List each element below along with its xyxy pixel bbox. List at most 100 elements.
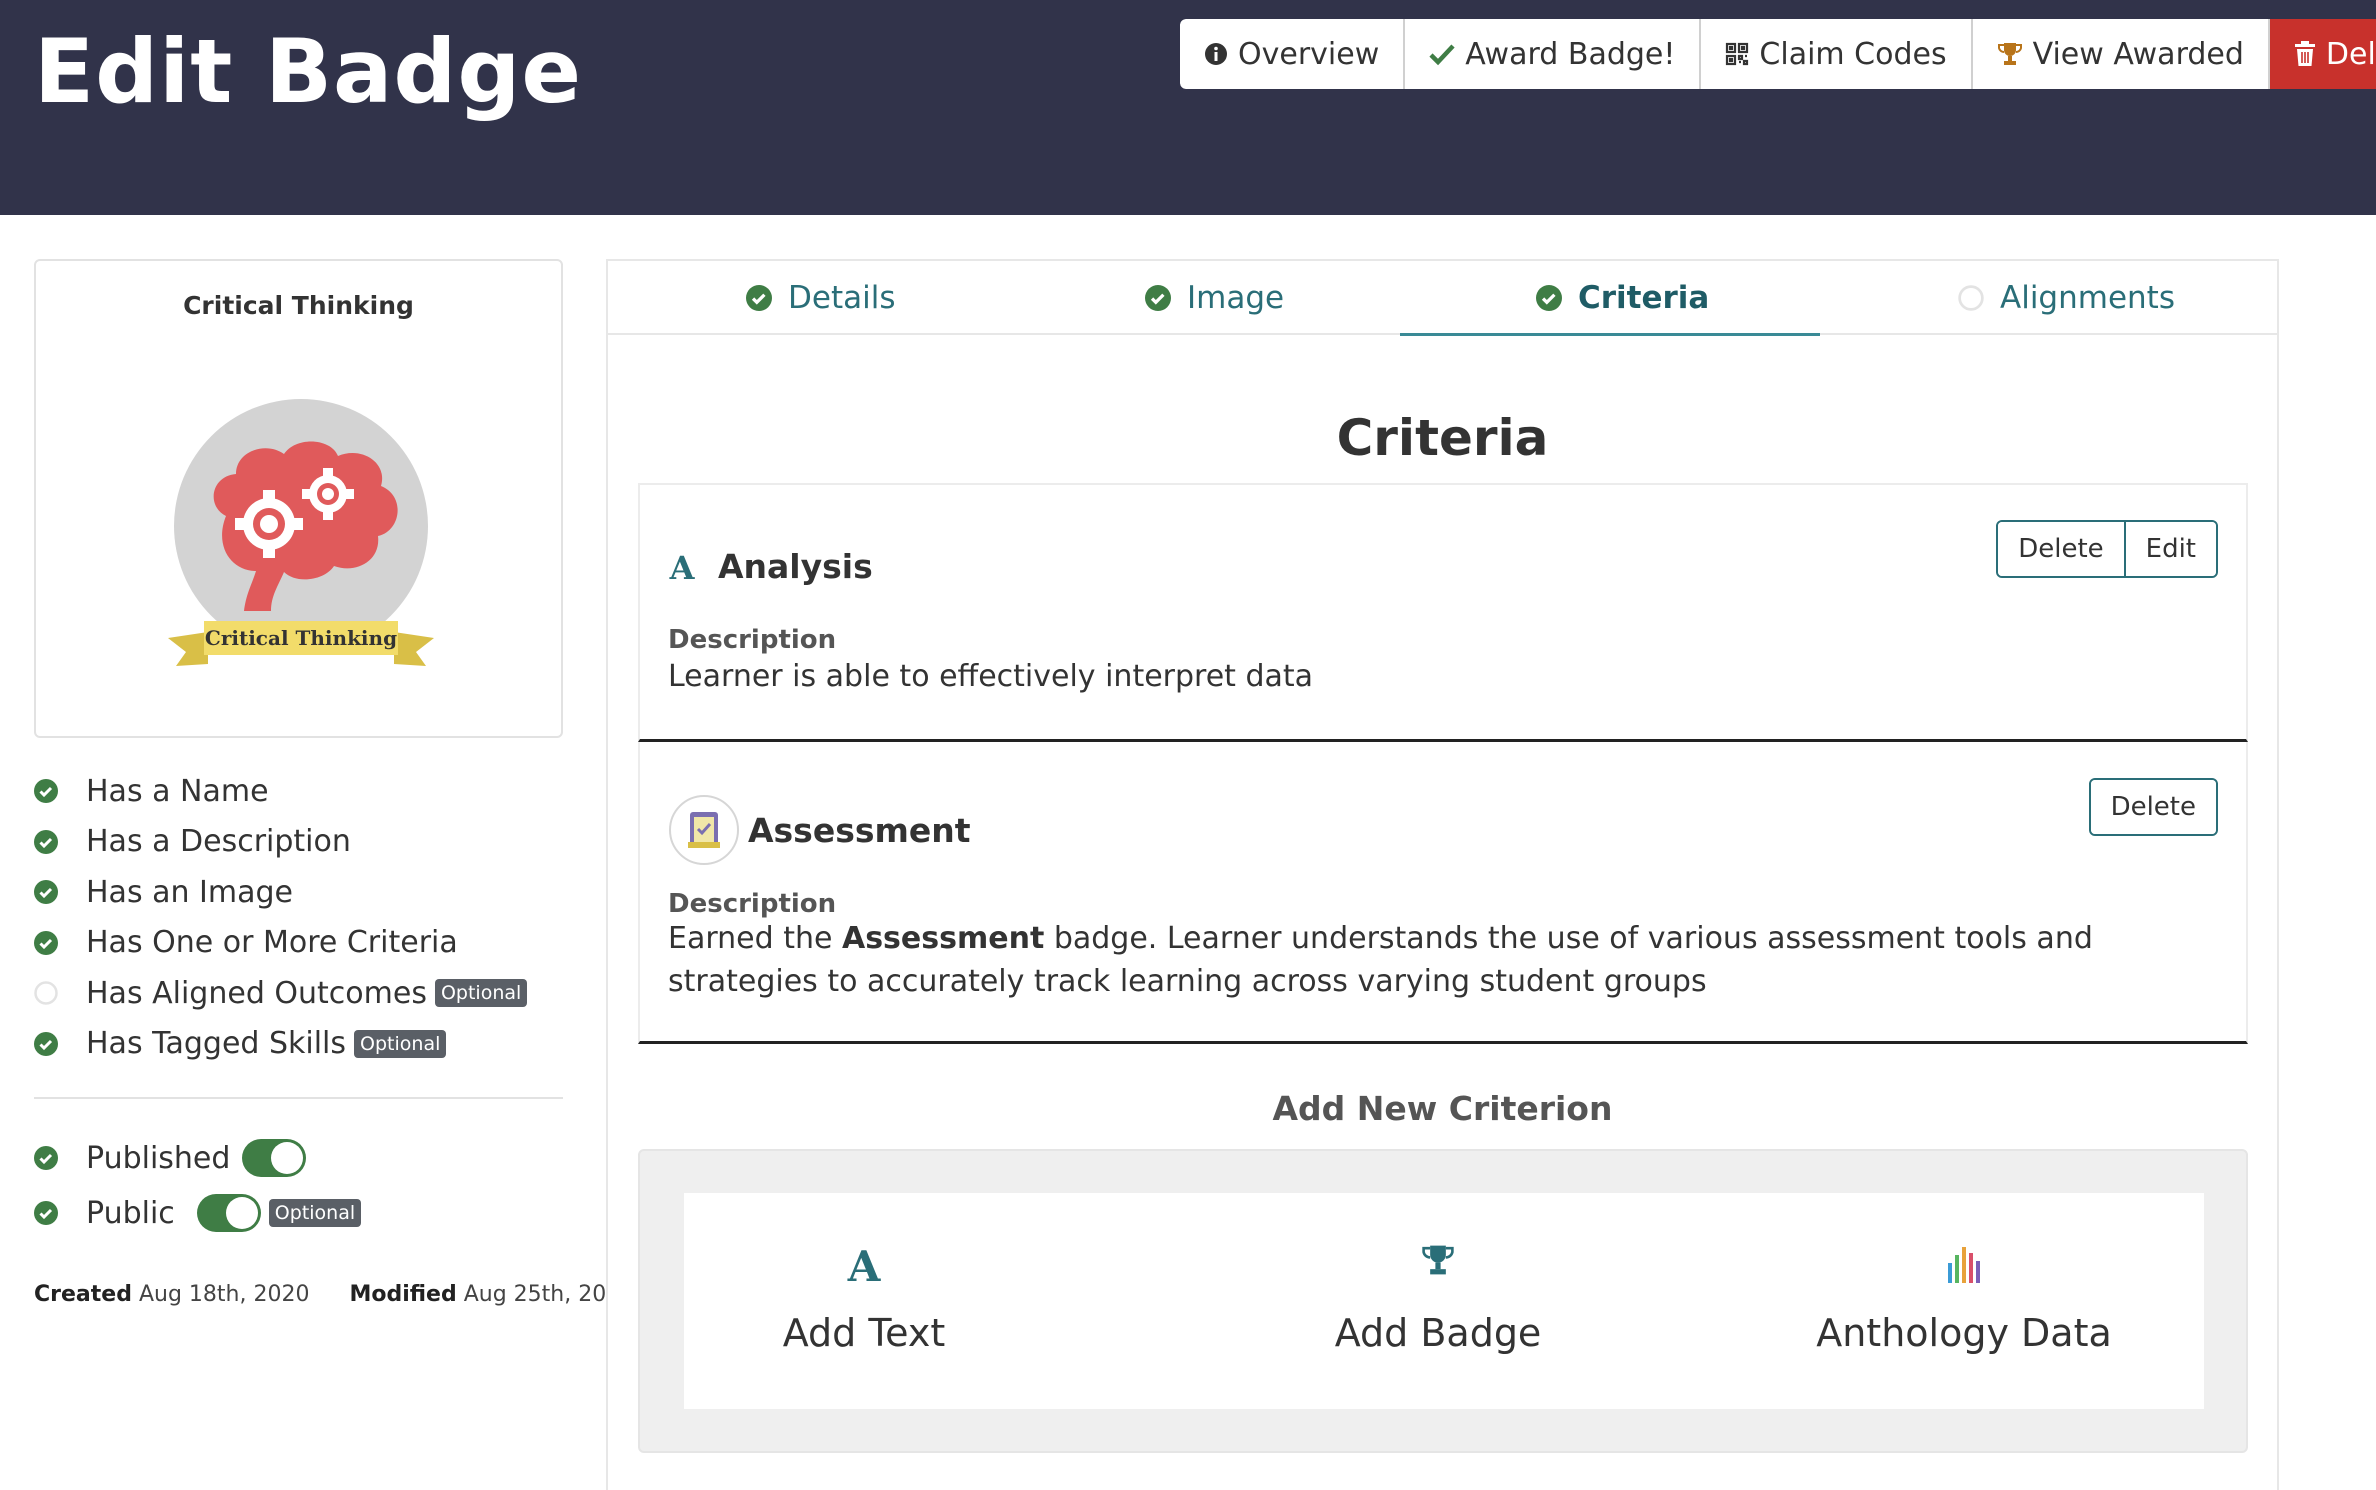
check-circle-icon bbox=[34, 1031, 58, 1056]
checklist-label: Has One or More Criteria bbox=[86, 925, 458, 961]
checklist-label: Has a Name bbox=[86, 773, 269, 809]
add-criterion-box: A Add Text Add Badge Anthology Data bbox=[638, 1149, 2248, 1453]
checkmark-icon bbox=[1429, 42, 1455, 66]
delete-badge-button[interactable]: Delete bbox=[2269, 19, 2376, 89]
checklist-item: Has One or More Criteria bbox=[34, 918, 574, 969]
tab-details[interactable]: Details bbox=[746, 261, 895, 335]
tab-criteria[interactable]: Criteria bbox=[1536, 261, 1709, 335]
empty-circle-icon bbox=[34, 981, 58, 1005]
check-circle-icon bbox=[1536, 285, 1562, 311]
section-title: Criteria bbox=[1336, 409, 1549, 467]
check-circle-icon bbox=[34, 829, 58, 854]
ribbon-text: Critical Thinking bbox=[205, 626, 397, 650]
check-circle-icon bbox=[746, 285, 772, 311]
text-a-icon: A bbox=[684, 1243, 1044, 1287]
description-label: Description bbox=[668, 625, 837, 655]
overview-button[interactable]: Overview bbox=[1180, 19, 1406, 89]
published-label: Published bbox=[86, 1140, 231, 1176]
sidebar-divider bbox=[34, 1097, 563, 1099]
criterion-actions: Delete bbox=[2088, 778, 2218, 836]
criterion-actions: Delete Edit bbox=[1996, 520, 2218, 578]
editor-panel: Details Image Criteria Alignments Criter… bbox=[606, 259, 2279, 1490]
criterion-header: Assessment bbox=[668, 794, 971, 866]
badge-preview-card: Critical Thinking Critical Thinking bbox=[34, 259, 563, 738]
tab-alignments[interactable]: Alignments bbox=[1958, 261, 2175, 335]
checklist-item: Has an Image bbox=[34, 867, 574, 918]
criterion-card: A Analysis Delete Edit Description Learn… bbox=[638, 483, 2248, 742]
published-toggle[interactable] bbox=[242, 1139, 307, 1177]
criterion-name: Assessment bbox=[748, 810, 971, 850]
optional-badge: Optional bbox=[268, 1199, 362, 1227]
check-circle-icon bbox=[34, 1146, 58, 1170]
criterion-description: Learner is able to effectively interpret… bbox=[668, 659, 1314, 694]
trash-icon bbox=[2294, 41, 2316, 67]
text-a-icon: A bbox=[669, 551, 696, 583]
created-date: Aug 18th, 2020 bbox=[138, 1282, 310, 1307]
description-prefix: Earned the bbox=[668, 921, 833, 956]
check-circle-icon bbox=[34, 1201, 58, 1225]
criterion-name: Analysis bbox=[718, 547, 873, 586]
criterion-description: Earned the Assessment badge. Learner und… bbox=[668, 917, 2188, 1003]
checklist-item: Has a Name bbox=[34, 766, 574, 817]
tab-label: Alignments bbox=[2000, 280, 2175, 316]
wizard-tabs: Details Image Criteria Alignments bbox=[608, 261, 2277, 336]
delete-criterion-button[interactable]: Delete bbox=[2090, 780, 2216, 834]
info-icon bbox=[1204, 42, 1228, 66]
optional-badge: Optional bbox=[354, 1029, 447, 1058]
modified-label: Modified bbox=[349, 1282, 457, 1307]
page-header: Edit Badge Overview Award Badge! Claim C… bbox=[0, 0, 2376, 215]
toggle-knob bbox=[271, 1142, 304, 1174]
criterion-header: A Analysis bbox=[668, 547, 873, 586]
assessment-badge-icon bbox=[669, 795, 739, 865]
criterion-card: Assessment Delete Description Earned the… bbox=[638, 742, 2248, 1044]
delete-badge-label: Delete bbox=[2325, 36, 2376, 72]
badge-dates: Created Aug 18th, 2020 Modified Aug 25th… bbox=[34, 1282, 634, 1307]
checklist-label: Has a Description bbox=[86, 824, 351, 860]
add-badge-option[interactable]: Add Badge bbox=[1258, 1193, 1618, 1409]
checklist-item: Has Tagged Skills Optional bbox=[34, 1019, 574, 1070]
checklist-item: Has a Description bbox=[34, 817, 574, 868]
claim-codes-button[interactable]: Claim Codes bbox=[1701, 19, 1973, 89]
trophy-icon bbox=[1997, 41, 2023, 67]
check-circle-icon bbox=[34, 930, 58, 955]
svg-text:A: A bbox=[669, 551, 696, 583]
empty-circle-icon bbox=[1958, 285, 1984, 311]
qr-code-icon bbox=[1725, 42, 1749, 66]
active-tab-indicator bbox=[1400, 333, 1820, 336]
delete-criterion-button[interactable]: Delete bbox=[1998, 522, 2124, 576]
checklist-label: Has Tagged Skills bbox=[86, 1026, 347, 1062]
tab-label: Criteria bbox=[1578, 280, 1710, 316]
checklist-item: Has Aligned Outcomes Optional bbox=[34, 968, 574, 1019]
add-text-option[interactable]: A Add Text bbox=[684, 1193, 1044, 1409]
published-row: Published bbox=[34, 1139, 307, 1177]
tab-image[interactable]: Image bbox=[1145, 261, 1284, 335]
page-title: Edit Badge bbox=[34, 20, 583, 123]
public-toggle[interactable] bbox=[196, 1194, 261, 1232]
completion-checklist: Has a Name Has a Description Has an Imag… bbox=[34, 766, 574, 1069]
checklist-label: Has an Image bbox=[86, 874, 293, 910]
award-badge-button[interactable]: Award Badge! bbox=[1405, 19, 1702, 89]
svg-text:A: A bbox=[847, 1243, 882, 1287]
tab-label: Details bbox=[788, 280, 896, 316]
view-awarded-label: View Awarded bbox=[2032, 36, 2244, 72]
check-circle-icon bbox=[34, 779, 58, 804]
anthology-data-option[interactable]: Anthology Data bbox=[1784, 1193, 2144, 1409]
optional-badge: Optional bbox=[434, 979, 528, 1008]
view-awarded-button[interactable]: View Awarded bbox=[1972, 19, 2270, 89]
add-text-label: Add Text bbox=[782, 1311, 946, 1355]
add-badge-label: Add Badge bbox=[1334, 1311, 1542, 1355]
description-label: Description bbox=[668, 889, 837, 919]
action-toolbar: Overview Award Badge! Claim Codes View A… bbox=[1180, 19, 2376, 89]
add-criterion-title: Add New Criterion bbox=[1272, 1089, 1613, 1128]
trophy-icon bbox=[1258, 1243, 1618, 1287]
badge-image: Critical Thinking bbox=[166, 396, 436, 676]
toggle-knob bbox=[225, 1197, 258, 1229]
badge-name: Critical Thinking bbox=[183, 291, 414, 320]
description-badge-name: Assessment bbox=[841, 921, 1045, 956]
check-circle-icon bbox=[1145, 285, 1171, 311]
overview-label: Overview bbox=[1238, 36, 1380, 72]
public-label: Public bbox=[86, 1195, 175, 1231]
claim-codes-label: Claim Codes bbox=[1759, 36, 1947, 72]
checklist-label: Has Aligned Outcomes bbox=[86, 975, 427, 1011]
edit-criterion-button[interactable]: Edit bbox=[2123, 522, 2216, 576]
